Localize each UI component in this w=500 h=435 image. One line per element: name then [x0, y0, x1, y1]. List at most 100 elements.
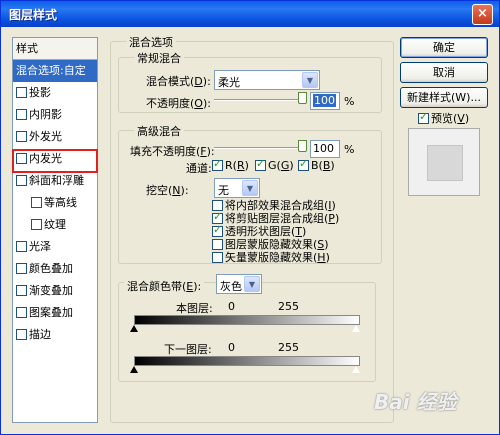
- slider-track: [214, 99, 304, 101]
- general-blending-title: 常规混合: [134, 50, 184, 66]
- channels-label: 通道:: [186, 162, 212, 175]
- knockout-label: 挖空(N):: [146, 184, 189, 197]
- blend-mode-value: 柔光: [218, 76, 240, 89]
- knockout-value: 无: [218, 184, 229, 197]
- channel-r[interactable]: R(R): [212, 157, 249, 172]
- blend-if-value: 灰色: [220, 280, 242, 293]
- style-item-label: 斜面和浮雕: [29, 174, 84, 187]
- style-item-stroke[interactable]: 描边: [13, 324, 97, 346]
- style-item-blending-options[interactable]: 混合选项:自定: [13, 60, 97, 82]
- checkbox[interactable]: [31, 219, 42, 230]
- style-item-bevel-emboss[interactable]: 斜面和浮雕: [13, 170, 97, 192]
- style-item-label: 纹理: [44, 218, 66, 231]
- checkbox[interactable]: [16, 87, 27, 98]
- style-item-label: 混合选项:自定: [16, 64, 86, 77]
- under-layer-low: 0: [228, 341, 235, 354]
- style-item-pattern-overlay[interactable]: 图案叠加: [13, 302, 97, 324]
- style-item-label: 外发光: [29, 130, 62, 143]
- checkbox[interactable]: [298, 157, 309, 171]
- opacity-unit: %: [344, 95, 355, 108]
- close-button[interactable]: ×: [472, 4, 493, 25]
- style-item-gradient-overlay[interactable]: 渐变叠加: [13, 280, 97, 302]
- checkbox[interactable]: [16, 109, 27, 120]
- under-layer-label: 下一图层:: [164, 343, 212, 356]
- style-item-outer-glow[interactable]: 外发光: [13, 126, 97, 148]
- style-item-label: 投影: [29, 86, 51, 99]
- advanced-blending-title: 高级混合: [134, 123, 184, 139]
- style-item-label: 颜色叠加: [29, 262, 73, 275]
- checkbox[interactable]: [418, 110, 429, 124]
- styles-list: 样式 混合选项:自定 投影 内阴影 外发光 内发光 斜面和浮雕 等高线 纹理 光…: [12, 37, 98, 423]
- style-item-inner-glow[interactable]: 内发光: [13, 148, 97, 170]
- checkbox[interactable]: [16, 241, 27, 252]
- ok-button[interactable]: 确定: [400, 37, 488, 58]
- title-bar: 图层样式 ×: [1, 1, 499, 27]
- fill-opacity-unit: %: [344, 143, 355, 156]
- style-item-label: 内阴影: [29, 108, 62, 121]
- channel-g[interactable]: G(G): [255, 157, 294, 172]
- chevron-down-icon: ▼: [244, 276, 260, 292]
- this-layer-white-slider[interactable]: [351, 324, 361, 333]
- style-item-label: 描边: [29, 328, 51, 341]
- style-item-inner-shadow[interactable]: 内阴影: [13, 104, 97, 126]
- this-layer-low: 0: [228, 300, 235, 313]
- preview-swatch: [427, 145, 463, 181]
- checkbox[interactable]: [16, 285, 27, 296]
- this-layer-black-slider[interactable]: [130, 325, 138, 332]
- checkbox[interactable]: [212, 157, 223, 171]
- style-preview: [408, 128, 480, 196]
- style-item-contour[interactable]: 等高线: [13, 192, 97, 214]
- style-item-drop-shadow[interactable]: 投影: [13, 82, 97, 104]
- style-item-label: 渐变叠加: [29, 284, 73, 297]
- blend-if-label: 混合颜色带(E):: [124, 278, 205, 294]
- checkbox[interactable]: [16, 307, 27, 318]
- style-item-label: 内发光: [29, 152, 62, 165]
- styles-header[interactable]: 样式: [13, 38, 97, 60]
- new-style-button[interactable]: 新建样式(W)...: [400, 87, 488, 108]
- blend-if-group: [118, 282, 376, 382]
- checkbox[interactable]: [212, 252, 223, 263]
- under-layer-black-slider[interactable]: [130, 366, 138, 373]
- chevron-down-icon: ▼: [242, 180, 258, 196]
- style-item-texture[interactable]: 纹理: [13, 214, 97, 236]
- knockout-select[interactable]: 无 ▼: [214, 178, 260, 198]
- checkbox[interactable]: [16, 153, 27, 164]
- checkbox[interactable]: [255, 157, 266, 171]
- blend-options-title: 混合选项: [126, 34, 176, 50]
- style-item-label: 图案叠加: [29, 306, 73, 319]
- checkbox[interactable]: [16, 263, 27, 274]
- slider-thumb[interactable]: [298, 140, 307, 152]
- chevron-down-icon: ▼: [302, 72, 318, 88]
- under-layer-white-slider[interactable]: [351, 365, 361, 374]
- blend-mode-select[interactable]: 柔光 ▼: [214, 70, 320, 90]
- under-layer-gradient: [134, 356, 360, 366]
- this-layer-gradient: [134, 315, 360, 325]
- cancel-button[interactable]: 取消: [400, 62, 488, 83]
- checkbox[interactable]: [16, 329, 27, 340]
- this-layer-label: 本图层:: [176, 302, 213, 315]
- checkbox[interactable]: [16, 175, 27, 186]
- blend-mode-label: 混合模式(D):: [146, 75, 211, 88]
- opacity-label: 不透明度(O):: [146, 97, 211, 110]
- fill-opacity-label: 填充不透明度(F):: [130, 145, 215, 158]
- window-title: 图层样式: [9, 8, 58, 22]
- this-layer-high: 255: [278, 300, 299, 313]
- fill-opacity-slider[interactable]: [214, 140, 307, 152]
- style-item-color-overlay[interactable]: 颜色叠加: [13, 258, 97, 280]
- slider-thumb[interactable]: [298, 92, 307, 104]
- checkbox[interactable]: [31, 197, 42, 208]
- under-layer-high: 255: [278, 341, 299, 354]
- preview-checkbox[interactable]: 预览(V): [418, 110, 469, 126]
- watermark: Bai 经验: [374, 390, 457, 414]
- style-item-satin[interactable]: 光泽: [13, 236, 97, 258]
- option-vector-mask-hides[interactable]: 矢量蒙版隐藏效果(H): [212, 249, 330, 265]
- channel-b[interactable]: B(B): [298, 157, 335, 172]
- checkbox[interactable]: [16, 131, 27, 142]
- slider-track: [214, 147, 304, 149]
- style-item-label: 光泽: [29, 240, 51, 253]
- opacity-slider[interactable]: [214, 92, 307, 104]
- opacity-input[interactable]: 100: [310, 92, 340, 110]
- blend-if-select[interactable]: 灰色 ▼: [216, 274, 262, 294]
- fill-opacity-input[interactable]: 100: [310, 140, 340, 158]
- style-item-label: 等高线: [44, 196, 77, 209]
